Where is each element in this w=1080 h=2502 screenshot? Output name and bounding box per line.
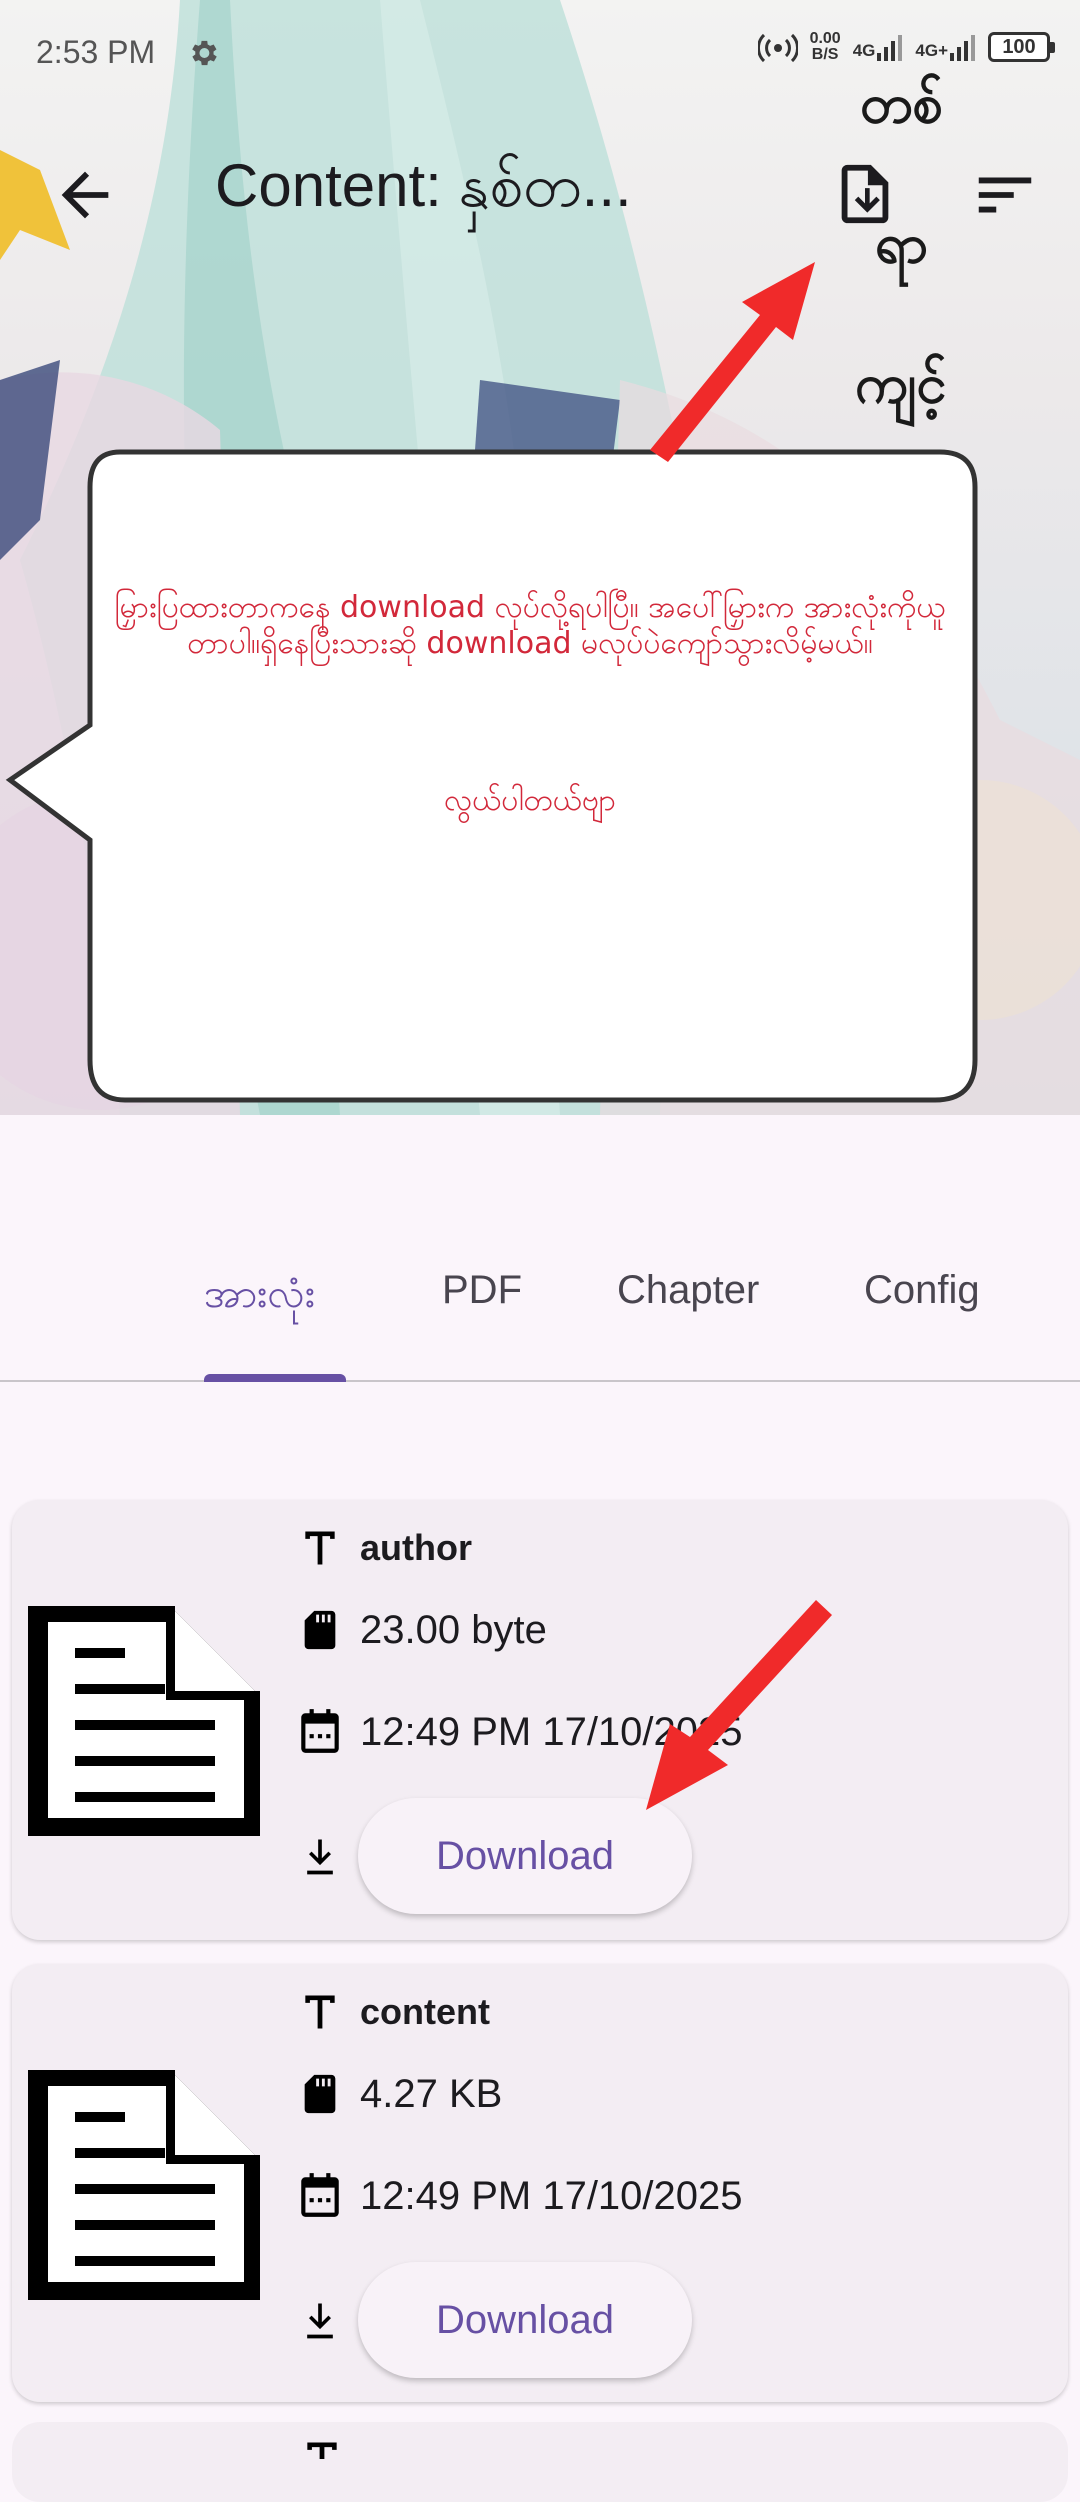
tab-chapter[interactable]: Chapter [617, 1268, 759, 1313]
file-card: content 4.27 KB 12:49 PM 17/10/2025 Down… [12, 1964, 1068, 2402]
file-size-row: 23.00 byte [292, 1602, 547, 1658]
back-arrow-icon[interactable] [50, 160, 120, 230]
file-date: 12:49 PM 17/10/2025 [360, 2173, 743, 2218]
tab-config[interactable]: Config [864, 1268, 980, 1313]
sort-icon[interactable] [970, 160, 1040, 230]
file-size: 4.27 KB [360, 2071, 503, 2116]
calendar-icon [301, 2173, 339, 2217]
hotspot-icon [757, 33, 798, 63]
signal-bars-icon [950, 35, 975, 61]
text-type-icon [305, 1531, 335, 1565]
signal-bars-icon [877, 35, 903, 61]
document-icon [28, 2070, 260, 2300]
document-icon [28, 1606, 260, 1836]
file-name-row: content [292, 1984, 490, 2040]
artwork-text-line: ကျင့် [855, 352, 947, 415]
file-date-row: 12:49 PM 17/10/2025 [292, 1704, 743, 1760]
download-all-icon[interactable] [830, 158, 900, 230]
tab-pdf[interactable]: PDF [442, 1268, 522, 1313]
tab-bar: အားလုံး PDF Chapter Config [0, 1230, 1080, 1382]
text-type-icon [307, 2442, 337, 2459]
sd-card-icon [304, 2074, 336, 2114]
file-name-row: author [292, 1520, 472, 1576]
speech-bubble: မြှားပြထားတာကနေ download လုပ်လို့ရပါပြီ။… [0, 440, 990, 1110]
battery-indicator: 100 [988, 32, 1055, 62]
file-card [12, 2422, 1068, 2502]
file-size-row: 4.27 KB [292, 2066, 502, 2122]
file-download-row [292, 2292, 348, 2348]
page-title: Content: နှစ်တ... [215, 152, 632, 219]
file-name: content [360, 1991, 490, 2032]
bubble-message: မြှားပြထားတာကနေ download လုပ်လို့ရပါပြီ။… [114, 590, 946, 661]
download-icon [307, 1839, 333, 1875]
file-date-row: 12:49 PM 17/10/2025 [292, 2168, 743, 2224]
signal-sim1: 4G [853, 33, 904, 61]
download-button[interactable]: Download [358, 2262, 692, 2378]
tab-all[interactable]: အားလုံး [204, 1268, 315, 1327]
download-button[interactable]: Download [358, 1798, 692, 1914]
signal-sim2: 4G+ [915, 33, 976, 61]
download-icon [307, 2303, 333, 2339]
artwork-text-line: တစ် [860, 72, 943, 135]
file-name: author [360, 1527, 472, 1568]
speech-bubble-shape [5, 449, 978, 1103]
sd-card-icon [304, 1610, 336, 1650]
calendar-icon [301, 1709, 339, 1753]
file-date: 12:49 PM 17/10/2025 [360, 1709, 743, 1754]
network-speed: 0.00 B/S [809, 30, 841, 63]
bubble-signature: လွယ်ပါတယ်ဗျာ [443, 783, 617, 818]
text-type-icon [305, 1995, 335, 2029]
active-tab-indicator [204, 1374, 346, 1382]
file-download-row [292, 1828, 348, 1884]
file-size: 23.00 byte [360, 1607, 547, 1652]
status-time: 2:53 PM [36, 34, 156, 70]
settings-gear-icon [192, 40, 217, 66]
file-card: author 23.00 byte 12:49 PM 17/10/2025 Do… [12, 1500, 1068, 1940]
